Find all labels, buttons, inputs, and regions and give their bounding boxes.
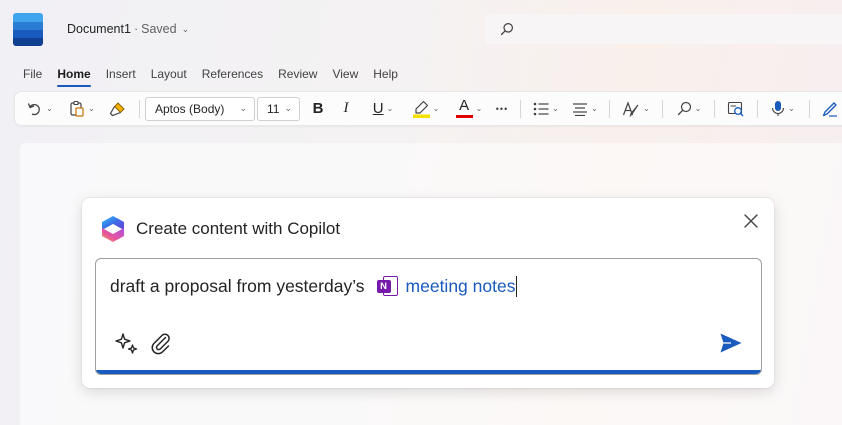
font-color-icon: A [455, 98, 473, 119]
send-icon[interactable] [719, 332, 743, 354]
align-icon [573, 102, 588, 116]
dictate-button[interactable]: ⌄ [765, 92, 801, 125]
tab-file[interactable]: File [23, 67, 42, 87]
tab-layout[interactable]: Layout [151, 67, 187, 87]
document-name: Document1 [67, 22, 131, 36]
prompt-text: draft a proposal from yesterday’s [110, 275, 365, 296]
format-painter-button[interactable] [106, 92, 128, 125]
tab-references[interactable]: References [202, 67, 263, 87]
designer-icon [822, 101, 837, 117]
underline-button[interactable]: U ⌄ [365, 92, 401, 125]
highlighter-icon [412, 100, 430, 118]
chevron-down-icon: ⌄ [239, 103, 247, 113]
format-painter-icon [109, 101, 125, 116]
title-separator: · [133, 22, 139, 36]
tab-home[interactable]: Home [57, 67, 92, 87]
ribbon-toolbar: ⌄ ⌄ Aptos (Body) ⌄ 11 ⌄ B I U ⌄ ⌄ A ⌄ ••… [15, 92, 842, 125]
tab-view[interactable]: View [332, 67, 358, 87]
sparkle-prompts-icon[interactable] [115, 333, 139, 355]
styles-button[interactable]: ⌄ [618, 92, 654, 125]
chevron-down-icon: ⌄ [284, 103, 292, 113]
bullets-button[interactable]: ⌄ [529, 92, 563, 125]
paste-icon [70, 100, 84, 117]
microphone-icon [772, 101, 785, 116]
onenote-icon: N [376, 275, 399, 297]
more-options-button[interactable]: ••• [489, 92, 515, 125]
designer-button[interactable] [817, 92, 841, 125]
font-size-select[interactable]: 11 ⌄ [257, 97, 300, 121]
search-input[interactable] [485, 14, 842, 44]
editor-button[interactable] [723, 92, 749, 125]
bullets-icon [533, 102, 549, 115]
highlight-button[interactable]: ⌄ [408, 92, 444, 125]
word-app-logo[interactable] [13, 13, 43, 46]
attach-icon[interactable] [149, 331, 173, 355]
align-button[interactable]: ⌄ [568, 92, 602, 125]
title-bar: Document1 · Saved ⌄ [0, 0, 842, 58]
tab-help[interactable]: Help [373, 67, 398, 87]
prompt-content[interactable]: draft a proposal from yesterday’s N meet… [110, 275, 518, 297]
tab-insert[interactable]: Insert [106, 67, 136, 87]
chevron-down-icon: ⌄ [181, 23, 190, 34]
tab-review[interactable]: Review [278, 67, 317, 87]
text-caret [516, 275, 518, 297]
editor-icon [727, 101, 744, 116]
bold-button[interactable]: B [307, 92, 329, 125]
font-size-value: 11 [267, 102, 280, 116]
font-family-select[interactable]: Aptos (Body) ⌄ [145, 97, 255, 121]
font-family-value: Aptos (Body) [155, 102, 225, 116]
copilot-prompt-input[interactable]: draft a proposal from yesterday’s N meet… [95, 258, 762, 375]
underline-label: U [372, 100, 384, 117]
paste-button[interactable]: ⌄ [65, 92, 99, 125]
undo-button[interactable]: ⌄ [23, 92, 57, 125]
copilot-logo-icon [102, 216, 124, 242]
copilot-dialog: Create content with Copilot draft a prop… [82, 198, 774, 388]
find-button[interactable]: ⌄ [671, 92, 707, 125]
copilot-title: Create content with Copilot [136, 219, 341, 238]
search-icon [500, 23, 513, 36]
meeting-notes-reference[interactable]: N meeting notes [376, 275, 516, 297]
font-color-button[interactable]: A ⌄ [451, 92, 487, 125]
close-icon[interactable] [742, 212, 760, 230]
styles-icon [623, 100, 639, 117]
ribbon-tabs: File Home Insert Layout References Revie… [23, 67, 398, 87]
document-title[interactable]: Document1 · Saved ⌄ [67, 22, 189, 36]
italic-button[interactable]: I [335, 92, 357, 125]
save-status: Saved [141, 22, 177, 36]
prompt-focus-bar [96, 370, 761, 374]
undo-icon [28, 102, 41, 115]
find-icon [677, 101, 691, 116]
reference-label: meeting notes [405, 275, 516, 296]
